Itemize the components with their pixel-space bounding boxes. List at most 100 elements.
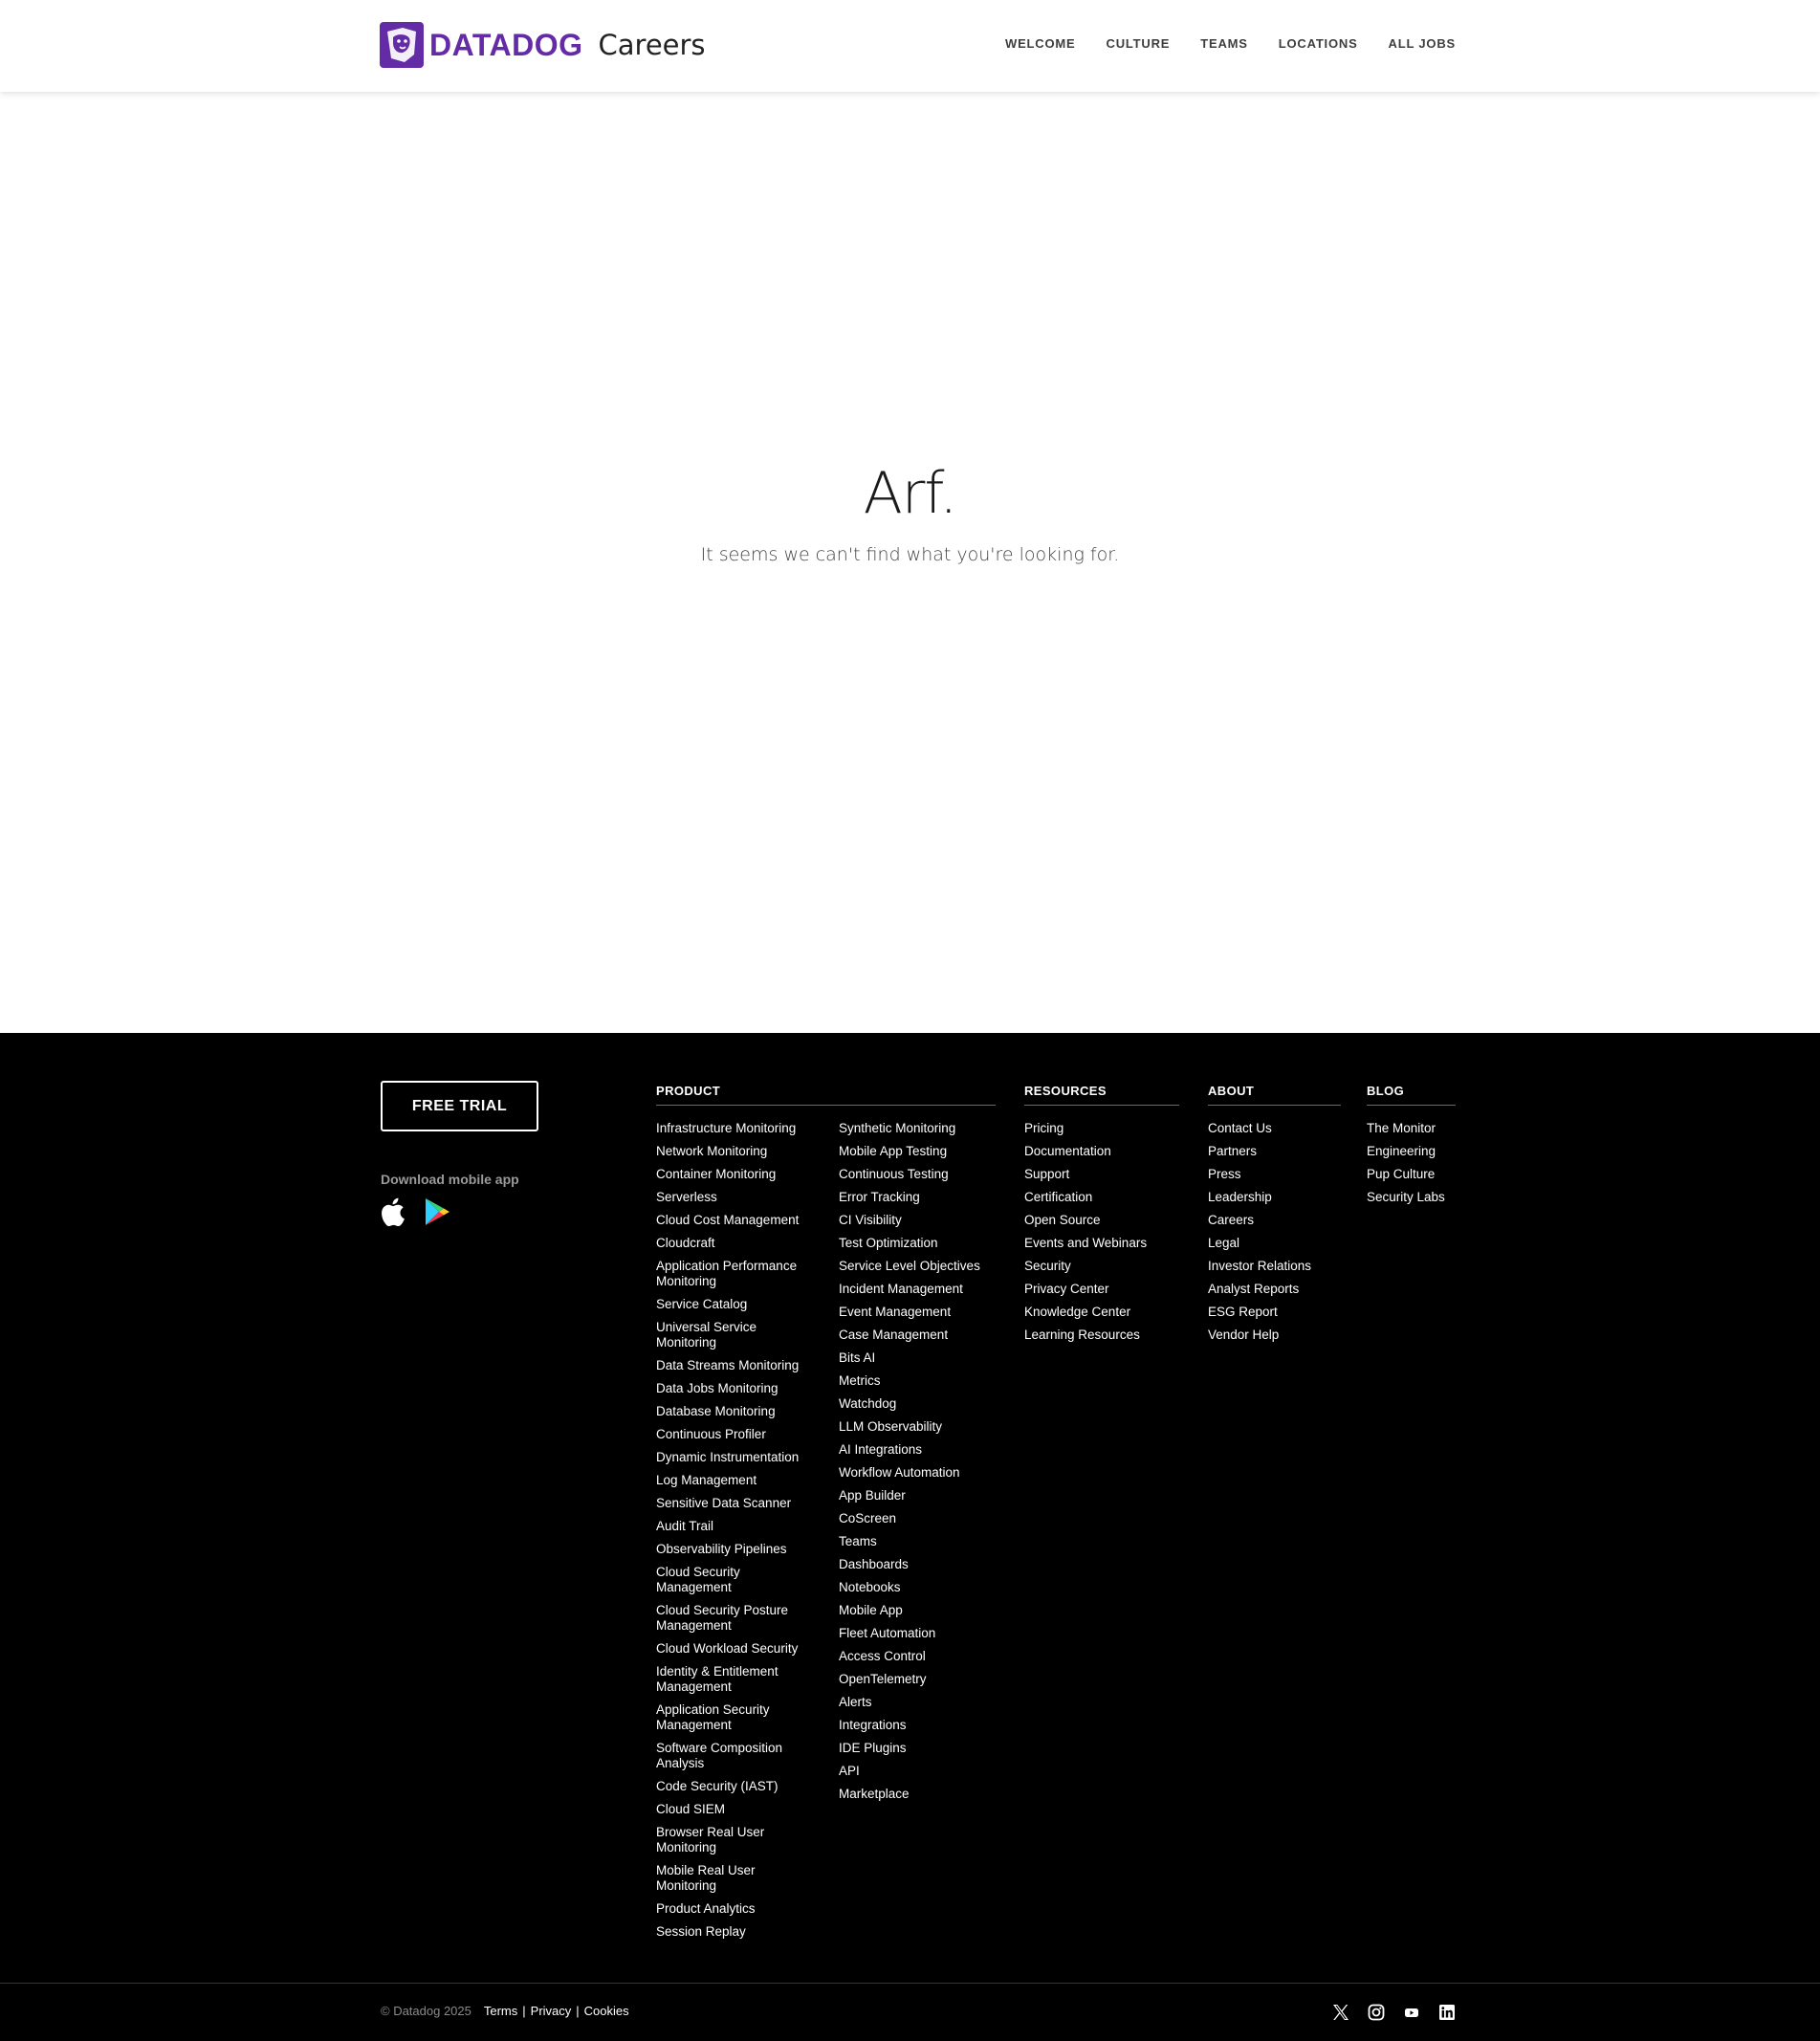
footer-link-fleet-automation[interactable]: Fleet Automation (839, 1626, 935, 1640)
footer-link-event-management[interactable]: Event Management (839, 1305, 951, 1319)
footer-link-metrics[interactable]: Metrics (839, 1373, 881, 1388)
footer-link-mobile-real-user-monitoring[interactable]: Mobile Real User Monitoring (656, 1863, 756, 1893)
footer-link-analyst-reports[interactable]: Analyst Reports (1208, 1282, 1299, 1296)
footer-link-learning-resources[interactable]: Learning Resources (1024, 1328, 1140, 1342)
footer-link-log-management[interactable]: Log Management (656, 1473, 757, 1487)
footer-link-app-builder[interactable]: App Builder (839, 1488, 906, 1503)
datadog-careers-logo[interactable]: DATADOG Careers (380, 21, 706, 69)
footer-link-observability-pipelines[interactable]: Observability Pipelines (656, 1542, 787, 1556)
footer-link-service-level-objectives[interactable]: Service Level Objectives (839, 1259, 980, 1273)
footer-link-universal-service-monitoring[interactable]: Universal Service Monitoring (656, 1320, 757, 1350)
footer-link-access-control[interactable]: Access Control (839, 1649, 926, 1663)
footer-link-error-tracking[interactable]: Error Tracking (839, 1190, 920, 1204)
footer-link-container-monitoring[interactable]: Container Monitoring (656, 1167, 776, 1181)
footer-link-audit-trail[interactable]: Audit Trail (656, 1519, 713, 1533)
footer-link-events-and-webinars[interactable]: Events and Webinars (1024, 1236, 1147, 1250)
nav-culture[interactable]: CULTURE (1107, 36, 1171, 51)
footer-link-coscreen[interactable]: CoScreen (839, 1511, 896, 1525)
footer-link-mobile-app[interactable]: Mobile App (839, 1603, 903, 1617)
footer-link-workflow-automation[interactable]: Workflow Automation (839, 1465, 960, 1480)
footer-link-alerts[interactable]: Alerts (839, 1695, 872, 1709)
footer-link-dynamic-instrumentation[interactable]: Dynamic Instrumentation (656, 1450, 799, 1464)
footer-link-watchdog[interactable]: Watchdog (839, 1396, 896, 1411)
footer-link-dashboards[interactable]: Dashboards (839, 1557, 909, 1571)
footer-link-sensitive-data-scanner[interactable]: Sensitive Data Scanner (656, 1496, 791, 1510)
footer-link-synthetic-monitoring[interactable]: Synthetic Monitoring (839, 1121, 955, 1135)
privacy-link[interactable]: Privacy (531, 2004, 572, 2018)
footer-link-legal[interactable]: Legal (1208, 1236, 1239, 1250)
footer-link-engineering[interactable]: Engineering (1367, 1144, 1436, 1158)
footer-link-code-security-iast[interactable]: Code Security (IAST) (656, 1779, 778, 1793)
google-play-icon[interactable] (424, 1197, 450, 1228)
footer-link-knowledge-center[interactable]: Knowledge Center (1024, 1305, 1130, 1319)
footer-link-careers[interactable]: Careers (1208, 1213, 1254, 1227)
footer-link-cloud-siem[interactable]: Cloud SIEM (656, 1802, 725, 1816)
footer-link-continuous-profiler[interactable]: Continuous Profiler (656, 1427, 766, 1441)
footer-link-data-streams-monitoring[interactable]: Data Streams Monitoring (656, 1358, 799, 1372)
footer-link-investor-relations[interactable]: Investor Relations (1208, 1259, 1311, 1273)
footer-link-ai-integrations[interactable]: AI Integrations (839, 1442, 922, 1457)
footer-link-leadership[interactable]: Leadership (1208, 1190, 1272, 1204)
footer-link-security[interactable]: Security (1024, 1259, 1071, 1273)
footer-link-documentation[interactable]: Documentation (1024, 1144, 1111, 1158)
footer-link-the-monitor[interactable]: The Monitor (1367, 1121, 1436, 1135)
footer-link-api[interactable]: API (839, 1764, 860, 1778)
footer-link-test-optimization[interactable]: Test Optimization (839, 1236, 938, 1250)
footer-link-infrastructure-monitoring[interactable]: Infrastructure Monitoring (656, 1121, 796, 1135)
footer-link-ide-plugins[interactable]: IDE Plugins (839, 1741, 907, 1755)
footer-link-database-monitoring[interactable]: Database Monitoring (656, 1404, 776, 1418)
footer-link-open-source[interactable]: Open Source (1024, 1213, 1101, 1227)
terms-link[interactable]: Terms (484, 2004, 517, 2018)
footer-link-application-performance-monitoring[interactable]: Application Performance Monitoring (656, 1259, 797, 1288)
footer-link-contact-us[interactable]: Contact Us (1208, 1121, 1272, 1135)
footer-link-bits-ai[interactable]: Bits AI (839, 1350, 875, 1365)
footer-link-cloud-security-management[interactable]: Cloud Security Management (656, 1565, 740, 1594)
linkedin-icon[interactable] (1437, 2003, 1456, 2021)
footer-link-mobile-app-testing[interactable]: Mobile App Testing (839, 1144, 947, 1158)
footer-link-service-catalog[interactable]: Service Catalog (656, 1297, 747, 1311)
footer-link-security-labs[interactable]: Security Labs (1367, 1190, 1445, 1204)
footer-link-cloudcraft[interactable]: Cloudcraft (656, 1236, 715, 1250)
footer-link-pup-culture[interactable]: Pup Culture (1367, 1167, 1435, 1181)
nav-teams[interactable]: TEAMS (1200, 36, 1248, 51)
footer-link-incident-management[interactable]: Incident Management (839, 1282, 963, 1296)
cookies-link[interactable]: Cookies (584, 2004, 629, 2018)
footer-link-opentelemetry[interactable]: OpenTelemetry (839, 1672, 927, 1686)
footer-link-network-monitoring[interactable]: Network Monitoring (656, 1144, 767, 1158)
footer-link-browser-real-user-monitoring[interactable]: Browser Real User Monitoring (656, 1825, 764, 1854)
footer-link-ci-visibility[interactable]: CI Visibility (839, 1213, 902, 1227)
footer-link-partners[interactable]: Partners (1208, 1144, 1257, 1158)
footer-link-notebooks[interactable]: Notebooks (839, 1580, 901, 1594)
footer-link-product-analytics[interactable]: Product Analytics (656, 1901, 756, 1916)
x-icon[interactable] (1331, 2003, 1349, 2021)
nav-all-jobs[interactable]: ALL JOBS (1389, 36, 1456, 51)
footer-link-integrations[interactable]: Integrations (839, 1718, 907, 1732)
footer-link-privacy-center[interactable]: Privacy Center (1024, 1282, 1109, 1296)
apple-icon[interactable] (380, 1197, 406, 1228)
footer-link-software-composition-analysis[interactable]: Software Composition Analysis (656, 1741, 782, 1770)
footer-link-continuous-testing[interactable]: Continuous Testing (839, 1167, 949, 1181)
footer-link-vendor-help[interactable]: Vendor Help (1208, 1328, 1279, 1342)
nav-welcome[interactable]: WELCOME (1005, 36, 1075, 51)
footer-link-press[interactable]: Press (1208, 1167, 1241, 1181)
footer-link-cloud-workload-security[interactable]: Cloud Workload Security (656, 1641, 798, 1656)
instagram-icon[interactable] (1367, 2003, 1385, 2021)
footer-link-llm-observability[interactable]: LLM Observability (839, 1419, 942, 1434)
footer-link-session-replay[interactable]: Session Replay (656, 1924, 746, 1939)
footer-link-pricing[interactable]: Pricing (1024, 1121, 1063, 1135)
footer-link-serverless[interactable]: Serverless (656, 1190, 717, 1204)
footer-link-cloud-security-posture-management[interactable]: Cloud Security Posture Management (656, 1603, 788, 1633)
footer-link-application-security-management[interactable]: Application Security Management (656, 1702, 770, 1732)
footer-link-marketplace[interactable]: Marketplace (839, 1787, 910, 1801)
free-trial-button[interactable]: FREE TRIAL (381, 1081, 538, 1131)
footer-link-teams[interactable]: Teams (839, 1534, 877, 1548)
youtube-icon[interactable] (1402, 2003, 1420, 2021)
footer-link-esg-report[interactable]: ESG Report (1208, 1305, 1278, 1319)
footer-link-data-jobs-monitoring[interactable]: Data Jobs Monitoring (656, 1381, 778, 1395)
footer-link-cloud-cost-management[interactable]: Cloud Cost Management (656, 1213, 799, 1227)
footer-link-case-management[interactable]: Case Management (839, 1328, 948, 1342)
nav-locations[interactable]: LOCATIONS (1279, 36, 1358, 51)
footer-link-identity-entitlement-management[interactable]: Identity & Entitlement Management (656, 1664, 778, 1694)
footer-link-support[interactable]: Support (1024, 1167, 1069, 1181)
footer-link-certification[interactable]: Certification (1024, 1190, 1092, 1204)
